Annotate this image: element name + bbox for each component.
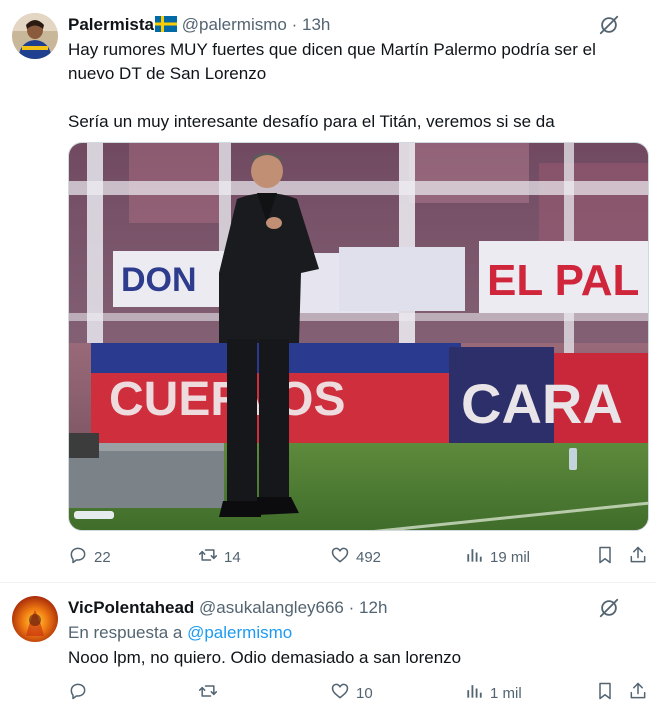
tweet-text-line: Hay rumores MUY fuertes que dicen que Ma… bbox=[68, 40, 596, 59]
reply-context: En respuesta a @palermismo bbox=[68, 623, 292, 643]
bookmark-button[interactable] bbox=[595, 545, 615, 569]
reply-prefix: En respuesta a bbox=[68, 623, 183, 642]
tweet-photo[interactable]: DON EL PAL CUERVOS CARA bbox=[68, 142, 649, 531]
tweet[interactable]: VicPolentahead @asukalangley666 · 12h En… bbox=[0, 583, 656, 710]
timestamp[interactable]: 12h bbox=[359, 598, 387, 617]
retweet-button[interactable]: 14 bbox=[198, 545, 241, 569]
like-count: 492 bbox=[356, 548, 382, 566]
separator-dot: · bbox=[348, 598, 355, 617]
timestamp[interactable]: 13h bbox=[302, 15, 330, 34]
avatar[interactable] bbox=[12, 13, 58, 59]
retweet-icon bbox=[198, 545, 218, 569]
tweet-text: Nooo lpm, no quiero. Odio demasiado a sa… bbox=[68, 646, 461, 670]
user-handle[interactable]: @palermismo bbox=[182, 15, 287, 34]
tweet[interactable]: Palermista @palermismo · 13h Hay rumores… bbox=[0, 0, 656, 582]
view-count: 19 mil bbox=[490, 548, 531, 566]
reply-icon bbox=[68, 545, 88, 569]
tweet-actions: 22 14 492 19 mil bbox=[68, 545, 648, 569]
views-icon bbox=[464, 545, 484, 569]
bookmark-icon bbox=[595, 545, 615, 569]
separator-dot: · bbox=[291, 15, 298, 34]
retweet-count: 14 bbox=[224, 548, 241, 566]
banner-text: EL PAL bbox=[487, 256, 639, 305]
reply-icon bbox=[68, 681, 88, 705]
reply-button[interactable]: 22 bbox=[68, 545, 111, 569]
views-icon bbox=[464, 681, 484, 705]
user-handle[interactable]: @asukalangley666 bbox=[199, 598, 344, 617]
grok-icon[interactable] bbox=[598, 597, 620, 619]
reply-button[interactable] bbox=[68, 681, 94, 705]
display-name[interactable]: VicPolentahead bbox=[68, 598, 194, 617]
sweden-flag-icon bbox=[155, 16, 177, 38]
reply-count: 22 bbox=[94, 548, 111, 566]
tweet-header: VicPolentahead @asukalangley666 · 12h bbox=[68, 597, 387, 619]
like-button[interactable]: 10 bbox=[330, 681, 373, 705]
share-icon bbox=[628, 681, 648, 705]
tweet-text: Hay rumores MUY fuertes que dicen que Ma… bbox=[68, 38, 596, 134]
grok-icon[interactable] bbox=[598, 14, 620, 36]
banner-text: CARA bbox=[461, 372, 623, 435]
reply-handle-link[interactable]: @palermismo bbox=[187, 623, 292, 642]
retweet-icon bbox=[198, 681, 218, 705]
like-icon bbox=[330, 681, 350, 705]
tweet-header: Palermista @palermismo · 13h bbox=[68, 14, 330, 38]
tweet-text-line: Sería un muy interesante desafío para el… bbox=[68, 112, 555, 131]
display-name[interactable]: Palermista bbox=[68, 15, 154, 34]
like-count: 10 bbox=[356, 684, 373, 702]
views-button[interactable]: 1 mil bbox=[464, 681, 522, 705]
tweet-text-line: nuevo DT de San Lorenzo bbox=[68, 64, 267, 83]
tweet-actions: 10 1 mil bbox=[68, 681, 648, 705]
views-button[interactable]: 19 mil bbox=[464, 545, 530, 569]
view-count: 1 mil bbox=[490, 684, 522, 702]
share-button[interactable] bbox=[628, 545, 648, 569]
retweet-button[interactable] bbox=[198, 681, 224, 705]
like-icon bbox=[330, 545, 350, 569]
tweet-text-line: Nooo lpm, no quiero. Odio demasiado a sa… bbox=[68, 648, 462, 667]
like-button[interactable]: 492 bbox=[330, 545, 381, 569]
banner-text: DON bbox=[121, 261, 197, 299]
share-icon bbox=[628, 545, 648, 569]
bookmark-icon bbox=[595, 681, 615, 705]
share-button[interactable] bbox=[628, 681, 648, 705]
avatar[interactable] bbox=[12, 596, 58, 642]
bookmark-button[interactable] bbox=[595, 681, 615, 705]
